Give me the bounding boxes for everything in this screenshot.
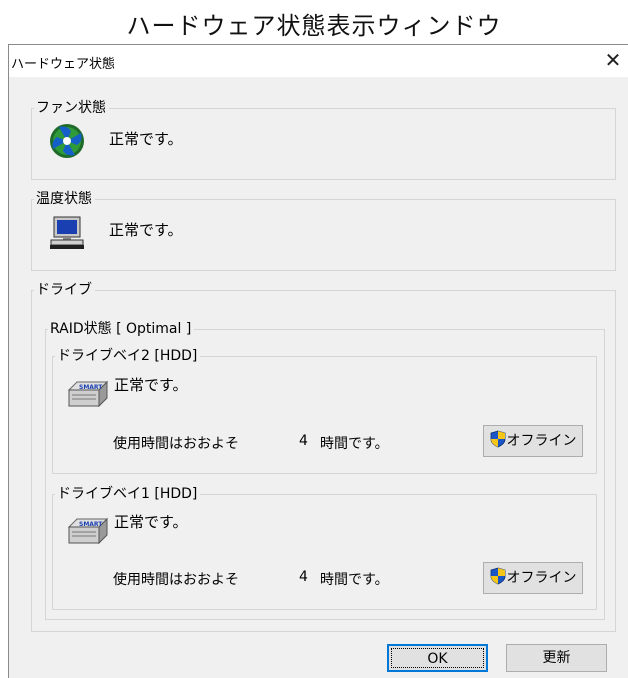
close-button[interactable]: ✕ — [598, 45, 628, 77]
fan-status-label: ファン状態 — [34, 99, 109, 117]
drive-bay-status-text: 正常です。 — [114, 376, 188, 394]
page-caption: ハードウェア状態表示ウィンドウ — [126, 12, 502, 40]
drive-bay-label: ドライブベイ1 [HDD] — [55, 485, 201, 503]
offline-button[interactable]: オフライン — [483, 425, 583, 457]
drive-bay-status-text: 正常です。 — [114, 513, 188, 531]
shield-icon — [490, 430, 505, 448]
ok-button[interactable]: OK — [387, 644, 488, 672]
hardware-status-window: ハードウェア状態 ✕ ファン状態 正常です。 温度状態 正常です。 ドライブ R… — [8, 44, 628, 678]
title-bar: ハードウェア状態 ✕ — [9, 45, 628, 78]
usage-suffix: 時間です。 — [320, 572, 389, 588]
refresh-button[interactable]: 更新 — [506, 644, 607, 672]
raid-status-label: RAID状態 [ Optimal ] — [48, 320, 195, 338]
drive-group: ドライブ RAID状態 [ Optimal ] ドライブベイ2 [HDD] SM… — [31, 281, 616, 632]
smart-drive-icon: SMART — [67, 380, 109, 408]
usage-hours: 4 — [299, 569, 308, 585]
window-title: ハードウェア状態 — [11, 57, 116, 72]
drive-bay-1-group: ドライブベイ1 [HDD] SMART 正常です。 使用時間はおおよそ 4 時間… — [52, 485, 597, 610]
temperature-status-group: 温度状態 正常です。 — [31, 190, 616, 271]
shield-icon — [490, 567, 505, 585]
usage-hours: 4 — [299, 433, 308, 449]
temperature-status-text: 正常です。 — [109, 221, 183, 239]
ok-button-label: OK — [391, 648, 484, 668]
offline-button-label: オフライン — [506, 570, 577, 586]
svg-text:SMART: SMART — [79, 521, 103, 528]
refresh-button-label: 更新 — [542, 650, 571, 666]
svg-text:SMART: SMART — [79, 384, 103, 391]
drive-bay-2-group: ドライブベイ2 [HDD] SMART 正常です。 使用時間はおおよそ 4 時間… — [52, 347, 597, 474]
fan-icon — [50, 124, 84, 158]
offline-button-label: オフライン — [506, 433, 577, 449]
raid-status-group: RAID状態 [ Optimal ] ドライブベイ2 [HDD] SMART 正… — [45, 320, 605, 620]
usage-prefix: 使用時間はおおよそ — [113, 572, 239, 588]
offline-button[interactable]: オフライン — [483, 562, 583, 594]
smart-drive-icon: SMART — [67, 517, 109, 545]
usage-prefix: 使用時間はおおよそ — [113, 436, 239, 452]
drive-bay-label: ドライブベイ2 [HDD] — [55, 347, 201, 365]
drive-label: ドライブ — [34, 281, 95, 299]
usage-suffix: 時間です。 — [320, 436, 389, 452]
fan-status-group: ファン状態 正常です。 — [31, 99, 616, 180]
fan-status-text: 正常です。 — [109, 130, 183, 148]
computer-icon — [50, 216, 84, 249]
temperature-status-label: 温度状態 — [34, 190, 95, 208]
